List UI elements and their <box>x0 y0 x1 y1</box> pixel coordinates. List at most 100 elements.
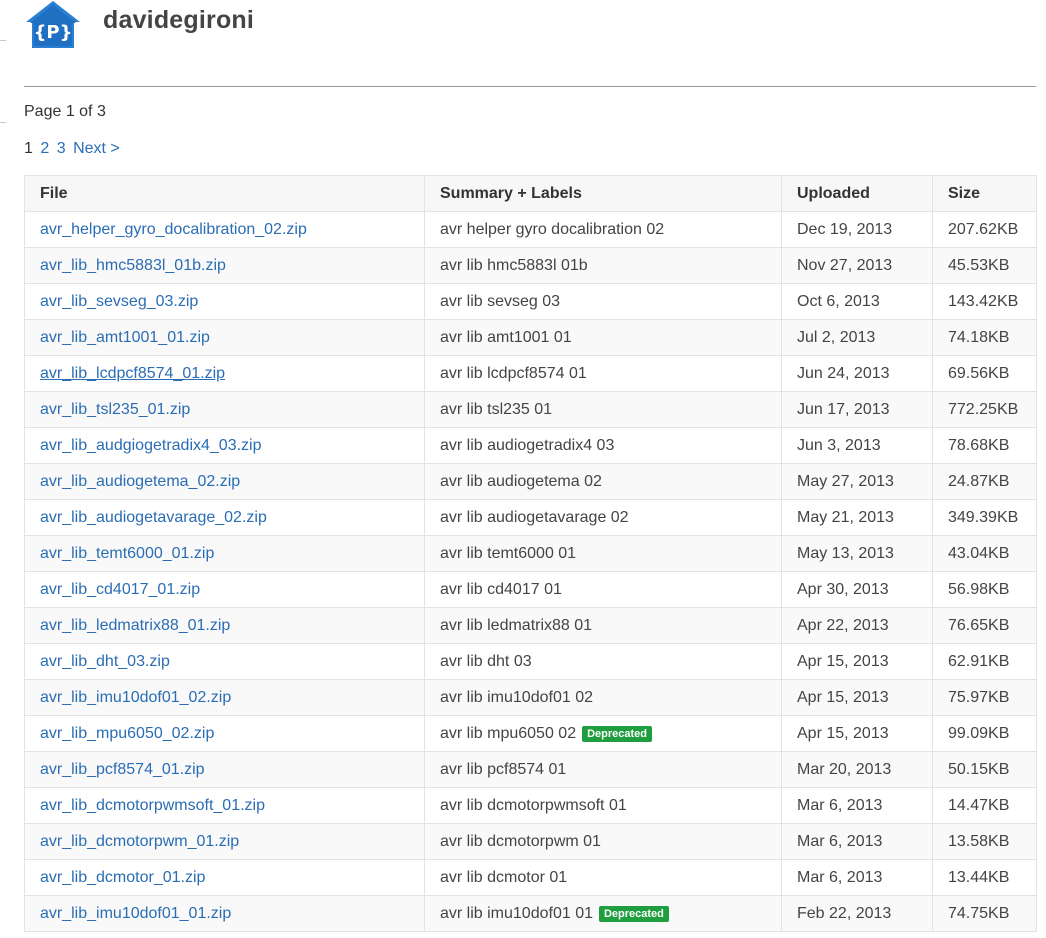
table-row: avr_lib_ledmatrix88_01.zip avr lib ledmat… <box>24 607 1037 644</box>
column-header-uploaded[interactable]: Uploaded <box>781 175 933 212</box>
table-row: avr_lib_audiogetavarage_02.zip avr lib au… <box>24 499 1037 536</box>
uploaded-date-cell: May 13, 2013 <box>781 535 933 572</box>
file-download-link[interactable]: avr_lib_audiogetema_02.zip <box>40 473 240 490</box>
deprecated-label-badge[interactable]: Deprecated <box>582 725 653 742</box>
file-size-cell: 207.62KB <box>932 211 1037 248</box>
uploaded-date-cell: Mar 6, 2013 <box>781 823 933 860</box>
file-size-cell: 13.44KB <box>932 859 1037 896</box>
uploaded-date-cell: Mar 6, 2013 <box>781 787 933 824</box>
file-download-link[interactable]: avr_lib_temt6000_01.zip <box>40 545 214 562</box>
summary-text: avr helper gyro docalibration 02 <box>440 220 665 238</box>
file-cell: avr_lib_dcmotorpwmsoft_01.zip <box>24 787 425 824</box>
table-header-row: File Summary + Labels Uploaded Size <box>24 175 1037 212</box>
uploaded-date-cell: Apr 30, 2013 <box>781 571 933 608</box>
summary-text: avr lib dcmotorpwm 01 <box>440 832 601 850</box>
uploaded-date-cell: Jul 2, 2013 <box>781 319 933 356</box>
table-row: avr_helper_gyro_docalibration_02.zip avr … <box>24 211 1037 248</box>
summary-text: avr lib audiogetavarage 02 <box>440 508 629 526</box>
summary-text: avr lib amt1001 01 <box>440 328 572 346</box>
file-size-cell: 99.09KB <box>932 715 1037 752</box>
file-download-link[interactable]: avr_lib_dcmotorpwmsoft_01.zip <box>40 797 265 814</box>
file-size-cell: 56.98KB <box>932 571 1037 608</box>
summary-cell: avr lib mpu6050 02 Deprecated <box>424 715 782 752</box>
table-row: avr_lib_tsl235_01.zip avr lib tsl235 01 Ju… <box>24 391 1037 428</box>
file-cell: avr_lib_ledmatrix88_01.zip <box>24 607 425 644</box>
file-cell: avr_lib_audgiogetradix4_03.zip <box>24 427 425 464</box>
column-header-file[interactable]: File <box>24 175 425 212</box>
project-logo-icon[interactable]: {P} <box>24 0 82 50</box>
file-download-link[interactable]: avr_helper_gyro_docalibration_02.zip <box>40 221 307 238</box>
summary-text: avr lib hmc5883l 01b <box>440 256 588 274</box>
file-download-link[interactable]: avr_lib_pcf8574_01.zip <box>40 761 205 778</box>
file-download-link[interactable]: avr_lib_sevseg_03.zip <box>40 293 198 310</box>
pagination-next-link[interactable]: Next > <box>73 140 120 157</box>
summary-text: avr lib sevseg 03 <box>440 292 561 310</box>
pagination-current-page: 1 <box>24 140 33 157</box>
summary-cell: avr lib dht 03 <box>424 643 782 680</box>
file-download-link[interactable]: avr_lib_tsl235_01.zip <box>40 401 190 418</box>
file-download-link[interactable]: avr_lib_audiogetavarage_02.zip <box>40 509 267 526</box>
summary-cell: avr lib cd4017 01 <box>424 571 782 608</box>
file-cell: avr_lib_mpu6050_02.zip <box>24 715 425 752</box>
file-download-link[interactable]: avr_lib_hmc5883l_01b.zip <box>40 257 226 274</box>
file-download-link[interactable]: avr_lib_amt1001_01.zip <box>40 329 210 346</box>
file-cell: avr_lib_lcdpcf8574_01.zip <box>24 355 425 392</box>
column-header-summary[interactable]: Summary + Labels <box>424 175 782 212</box>
file-size-cell: 50.15KB <box>932 751 1037 788</box>
summary-cell: avr lib audiogetradix4 03 <box>424 427 782 464</box>
uploaded-date-cell: Dec 19, 2013 <box>781 211 933 248</box>
file-download-link[interactable]: avr_lib_imu10dof01_02.zip <box>40 689 231 706</box>
uploaded-date-cell: May 21, 2013 <box>781 499 933 536</box>
summary-cell: avr lib amt1001 01 <box>424 319 782 356</box>
downloads-table: File Summary + Labels Uploaded Size avr_… <box>24 175 1037 932</box>
file-cell: avr_lib_amt1001_01.zip <box>24 319 425 356</box>
table-row: avr_lib_audgiogetradix4_03.zip avr lib au… <box>24 427 1037 464</box>
table-row: avr_lib_amt1001_01.zip avr lib amt1001 01… <box>24 319 1037 356</box>
file-cell: avr_lib_tsl235_01.zip <box>24 391 425 428</box>
deprecated-label-badge[interactable]: Deprecated <box>598 905 669 922</box>
uploaded-date-cell: Jun 3, 2013 <box>781 427 933 464</box>
project-name[interactable]: davidegironi <box>103 6 254 35</box>
file-download-link[interactable]: avr_lib_imu10dof01_01.zip <box>40 905 231 922</box>
file-size-cell: 76.65KB <box>932 607 1037 644</box>
summary-text: avr lib lcdpcf8574 01 <box>440 364 587 382</box>
file-cell: avr_lib_imu10dof01_01.zip <box>24 895 425 932</box>
column-header-size[interactable]: Size <box>932 175 1037 212</box>
file-download-link[interactable]: avr_lib_dcmotor_01.zip <box>40 869 205 886</box>
summary-cell: avr lib hmc5883l 01b <box>424 247 782 284</box>
file-size-cell: 13.58KB <box>932 823 1037 860</box>
file-cell: avr_lib_hmc5883l_01b.zip <box>24 247 425 284</box>
pagination-page-3[interactable]: 3 <box>57 140 66 157</box>
summary-text: avr lib dcmotor 01 <box>440 868 568 886</box>
file-download-link[interactable]: avr_lib_mpu6050_02.zip <box>40 725 214 742</box>
file-download-link[interactable]: avr_lib_cd4017_01.zip <box>40 581 200 598</box>
table-row: avr_lib_imu10dof01_02.zip avr lib imu10do… <box>24 679 1037 716</box>
uploaded-date-cell: May 27, 2013 <box>781 463 933 500</box>
file-cell: avr_lib_audiogetema_02.zip <box>24 463 425 500</box>
file-download-link[interactable]: avr_lib_ledmatrix88_01.zip <box>40 617 230 634</box>
summary-cell: avr lib tsl235 01 <box>424 391 782 428</box>
project-header: {P} davidegironi <box>24 0 1036 87</box>
pagination-page-2[interactable]: 2 <box>40 140 49 157</box>
summary-text: avr lib audiogetradix4 03 <box>440 436 615 454</box>
file-size-cell: 24.87KB <box>932 463 1037 500</box>
uploaded-date-cell: Apr 22, 2013 <box>781 607 933 644</box>
uploaded-date-cell: Mar 6, 2013 <box>781 859 933 896</box>
file-download-link[interactable]: avr_lib_dcmotorpwm_01.zip <box>40 833 239 850</box>
summary-cell: avr lib lcdpcf8574 01 <box>424 355 782 392</box>
table-row: avr_lib_cd4017_01.zip avr lib cd4017 01 Ap… <box>24 571 1037 608</box>
file-download-link[interactable]: avr_lib_lcdpcf8574_01.zip <box>40 365 225 382</box>
summary-cell: avr lib dcmotor 01 <box>424 859 782 896</box>
file-download-link[interactable]: avr_lib_audgiogetradix4_03.zip <box>40 437 262 454</box>
summary-cell: avr lib sevseg 03 <box>424 283 782 320</box>
file-cell: avr_helper_gyro_docalibration_02.zip <box>24 211 425 248</box>
uploaded-date-cell: Apr 15, 2013 <box>781 715 933 752</box>
pagination: 1 2 3 Next > <box>24 140 120 158</box>
file-size-cell: 75.97KB <box>932 679 1037 716</box>
file-download-link[interactable]: avr_lib_dht_03.zip <box>40 653 170 670</box>
file-size-cell: 74.18KB <box>932 319 1037 356</box>
uploaded-date-cell: Oct 6, 2013 <box>781 283 933 320</box>
uploaded-date-cell: Apr 15, 2013 <box>781 679 933 716</box>
summary-cell: avr lib audiogetema 02 <box>424 463 782 500</box>
uploaded-date-cell: Mar 20, 2013 <box>781 751 933 788</box>
